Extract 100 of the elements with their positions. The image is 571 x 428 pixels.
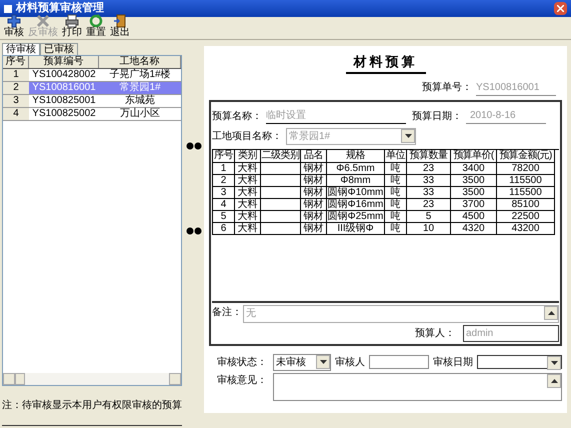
field-label: 审核意见： (217, 374, 268, 388)
field-label: 审核日期 (433, 356, 473, 370)
toolbar-button[interactable]: 重置 (86, 14, 106, 38)
table-cell: 大料 (235, 174, 261, 186)
column-header[interactable]: 序号 (3, 56, 29, 68)
table-cell: 10 (407, 222, 451, 234)
scroll-up-button[interactable] (544, 306, 558, 320)
column-header: 序号 (213, 150, 235, 162)
table-cell: 3700 (451, 198, 497, 210)
caret-icon (404, 134, 412, 138)
table-cell: 钢材 (301, 222, 327, 234)
table-cell: 33 (407, 174, 451, 186)
table-cell: 5 (407, 210, 451, 222)
column-header[interactable]: 预算编号 (29, 56, 99, 68)
table-cell: 43200 (497, 222, 555, 234)
toolbar-button[interactable]: 打印 (62, 14, 82, 38)
table-cell: 吨 (385, 174, 407, 186)
binder-hole-icon (186, 227, 202, 235)
table-cell: 钢材 (301, 174, 327, 186)
plus-icon (7, 14, 21, 28)
list-row[interactable]: 3 YS100825001 东城苑 (3, 95, 181, 108)
status-dropdown[interactable]: 未审核 (273, 354, 331, 370)
table-cell: 钢材 (301, 210, 327, 222)
field-label: 备注： (212, 306, 242, 320)
auditor-field[interactable] (369, 355, 429, 369)
column-header: 预算单价( (451, 150, 497, 162)
table-cell (261, 162, 301, 174)
table-cell: 圆钢Φ25mm (327, 210, 385, 222)
close-icon (36, 14, 50, 28)
dropdown-button[interactable] (316, 355, 330, 369)
column-header: 预算金额(元) (497, 150, 555, 162)
door-icon (113, 14, 127, 28)
table-cell: 22500 (497, 210, 555, 222)
table-cell: 33 (407, 186, 451, 198)
caret-icon (320, 360, 326, 364)
column-header[interactable]: 工地名称 (99, 56, 181, 68)
tab[interactable]: 待审核 (2, 43, 40, 55)
field-label: 预算人： (415, 326, 455, 340)
table-cell: Φ6.5mm (327, 162, 385, 174)
audit-date-dropdown[interactable] (477, 355, 562, 369)
table-cell: 钢材 (301, 198, 327, 210)
table-cell: 大料 (235, 186, 261, 198)
list-row[interactable]: 4 YS100825002 万山小区 (3, 108, 181, 121)
table-cell: 吨 (385, 222, 407, 234)
close-icon (557, 5, 564, 12)
table-cell (261, 210, 301, 222)
table-cell: 大料 (235, 198, 261, 210)
table-cell: 3500 (451, 174, 497, 186)
column-header: 类别 (235, 150, 261, 162)
table-cell: 2 (213, 174, 235, 186)
field-label: 工地项目名称： (212, 130, 282, 144)
field-label: 审核状态： (217, 356, 268, 370)
field-label: 预算单号： (422, 80, 472, 94)
table-cell: 圆钢Φ16mm (327, 198, 385, 210)
column-header: 单位 (385, 150, 407, 162)
table-cell: 3 (213, 186, 235, 198)
table-cell: 吨 (385, 198, 407, 210)
table-cell: 吨 (385, 210, 407, 222)
table-cell: 4320 (451, 222, 497, 234)
toolbar-button[interactable]: 审核 (4, 14, 24, 38)
tab[interactable]: 已审核 (40, 43, 78, 55)
table-cell: III级钢Φ (327, 222, 385, 234)
table-cell (261, 222, 301, 234)
refresh-icon (89, 14, 103, 28)
list-row[interactable]: 1 YS100428002 子晃广场1#楼 (3, 69, 181, 82)
field-label: 预算名称： (212, 110, 262, 124)
table-cell: 115500 (497, 174, 555, 186)
table-cell: 23 (407, 162, 451, 174)
opinion-field[interactable] (273, 372, 562, 400)
column-header: 品名 (301, 150, 327, 162)
table-cell: 1 (213, 162, 235, 174)
window-title: 材料预算审核管理 (16, 0, 104, 16)
table-cell (261, 174, 301, 186)
horizontal-scrollbar[interactable] (3, 373, 181, 385)
toolbar-button[interactable]: 退出 (110, 14, 130, 38)
table-cell (261, 186, 301, 198)
document-title: 材料预算 (346, 52, 426, 74)
table-cell: 吨 (385, 162, 407, 174)
field-label: 预算日期： (412, 110, 462, 124)
table-cell: 钢材 (301, 162, 327, 174)
table-cell: 85100 (497, 198, 555, 210)
table-cell: 3400 (451, 162, 497, 174)
table-cell: 115500 (497, 186, 555, 198)
table-cell: 4500 (451, 210, 497, 222)
table-cell: 大料 (235, 222, 261, 234)
table-cell: 钢材 (301, 186, 327, 198)
list-row[interactable]: 2 YS100816001 常景园1# (3, 82, 181, 95)
table-cell: 23 (407, 198, 451, 210)
table-cell: 吨 (385, 186, 407, 198)
scroll-up-button[interactable] (547, 374, 561, 388)
table-cell: 圆钢Φ10mm (327, 186, 385, 198)
table-cell: Φ8mm (327, 174, 385, 186)
table-cell (261, 198, 301, 210)
table-cell: 5 (213, 210, 235, 222)
caret-icon (550, 378, 558, 382)
field-label: 审核人 (335, 356, 365, 370)
column-header: 规格 (327, 150, 385, 162)
dropdown-button[interactable] (401, 129, 415, 143)
dropdown-button[interactable] (547, 356, 561, 370)
close-button[interactable] (554, 2, 567, 15)
